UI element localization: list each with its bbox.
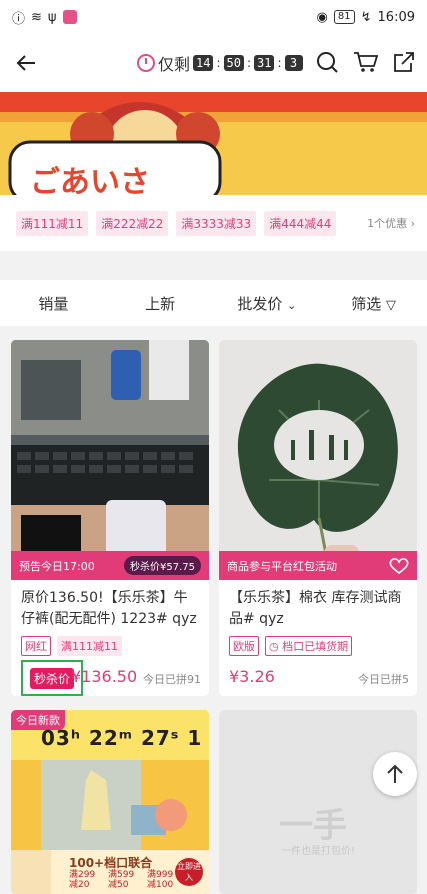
countdown: 仅剩 14 : 50 : 31 : 3 — [137, 51, 303, 75]
coupon-chip[interactable]: 满222减22 — [96, 210, 169, 236]
promo-card[interactable]: 今日新款 03ʰ 22ᵐ 27ˢ 1 100+档口联合 满299 减20 满59… — [11, 710, 209, 894]
sold-count: 今日已拼91 — [143, 673, 201, 686]
search-icon[interactable] — [315, 50, 339, 74]
timer-hours: 14 — [193, 55, 214, 71]
filter-button[interactable]: 筛选 ▽ — [320, 293, 427, 314]
promo-ribbon: 预告今日17:00 秒杀价¥57.75 — [11, 551, 209, 580]
coupon-row: 满111减11 满222减22 满3333减33 满444减44 1个优惠 › — [0, 195, 427, 251]
product-tag: 欧版 — [229, 636, 259, 656]
coupon-chip[interactable]: 满3333减33 — [176, 210, 257, 236]
seckill-badge: 秒杀价 — [29, 667, 74, 689]
scroll-top-button[interactable] — [373, 752, 417, 796]
timer-minutes: 50 — [223, 55, 244, 71]
sort-wholesale[interactable]: 批发价 ⌄ — [214, 293, 321, 314]
product-tag: 满111减11 — [57, 636, 122, 656]
promo-deal: 满599 减50 — [108, 870, 135, 890]
product-card[interactable]: 商品参与平台红包活动 【乐乐茶】棉衣 库存测试商品# qyz 欧版 ◷ 档口已填… — [219, 340, 417, 696]
product-image — [11, 340, 209, 580]
sort-new[interactable]: 上新 — [107, 293, 214, 314]
timer-icon — [137, 54, 155, 72]
offer-count-link[interactable]: 1个优惠 › — [367, 215, 415, 231]
header: 仅剩 14 : 50 : 31 : 3 — [0, 34, 427, 92]
product-tag: 网红 — [21, 636, 51, 656]
timer-tenths: 3 — [284, 55, 303, 71]
product-card[interactable]: 预告今日17:00 秒杀价¥57.75 原价136.50!【乐乐茶】牛仔裤(配无… — [11, 340, 209, 696]
promo-deal: 满299 减20 — [69, 870, 96, 890]
app-notification-icon — [62, 10, 77, 24]
product-title: 原价136.50!【乐乐茶】牛仔裤(配无配件) 1223# qyz — [21, 590, 197, 627]
filter-icon: ▽ — [386, 297, 397, 313]
sold-count: 今日已拼5 — [358, 673, 409, 686]
coupon-chip[interactable]: 满444减44 — [264, 210, 337, 236]
usb-icon: ψ — [47, 9, 57, 25]
promo-text: 100+档口联合 — [69, 856, 153, 870]
timer-seconds: 31 — [254, 55, 275, 71]
product-image — [219, 340, 417, 580]
eye-icon: ◉ — [316, 9, 328, 25]
placeholder-subtitle: 一件也是打包价! — [281, 846, 356, 857]
wifi-icon: ≋ — [31, 9, 42, 25]
product-tags: 网红 满111减11 — [21, 636, 122, 656]
status-bar: ⓘ ≋ ψ ◉ 81 ↯ 16:09 — [0, 0, 427, 34]
favorite-icon[interactable] — [389, 557, 409, 575]
back-button[interactable] — [14, 50, 40, 76]
sort-sales[interactable]: 销量 — [0, 293, 107, 314]
coupon-chip[interactable]: 满111减11 — [16, 210, 89, 236]
promo-ribbon: 商品参与平台红包活动 — [219, 551, 417, 580]
promo-deals: 满299 减20 满599 减50 满999 减100 — [69, 870, 183, 890]
product-price: ¥3.26 — [229, 667, 275, 686]
placeholder-logo: 一手 — [279, 806, 347, 846]
banner-illustration: ごあいさ — [0, 92, 427, 195]
charging-icon: ↯ — [360, 9, 372, 25]
arrow-up-icon — [387, 764, 403, 783]
banner-image[interactable]: ごあいさ — [0, 92, 427, 195]
product-title: 【乐乐茶】棉衣 库存测试商品# qyz — [229, 590, 402, 627]
product-card-placeholder[interactable]: 一手 一件也是打包价! — [219, 710, 417, 894]
countdown-label: 仅剩 — [158, 55, 191, 74]
alert-icon: ⓘ — [12, 11, 26, 27]
share-icon[interactable] — [393, 51, 415, 73]
back-arrow-icon — [16, 55, 35, 71]
product-tags: 欧版 ◷ 档口已填货期 — [229, 636, 353, 656]
chevron-right-icon: › — [410, 217, 415, 230]
cart-icon[interactable] — [353, 50, 379, 74]
product-tag: ◷ 档口已填货期 — [265, 636, 353, 656]
product-price: ¥136.50 — [71, 667, 138, 686]
svg-text:ごあいさ: ごあいさ — [30, 165, 150, 195]
sort-bar: 销量 上新 批发价 ⌄ 筛选 ▽ — [0, 280, 427, 326]
chevron-down-icon: ⌄ — [287, 298, 297, 312]
clock-icon: ◷ — [269, 640, 279, 653]
promo-enter-button[interactable]: 立即进入 — [175, 858, 203, 886]
battery-indicator: 81 — [333, 10, 355, 24]
clock: 16:09 — [377, 9, 415, 25]
promo-countdown: 03ʰ 22ᵐ 27ˢ 1 — [41, 726, 203, 750]
